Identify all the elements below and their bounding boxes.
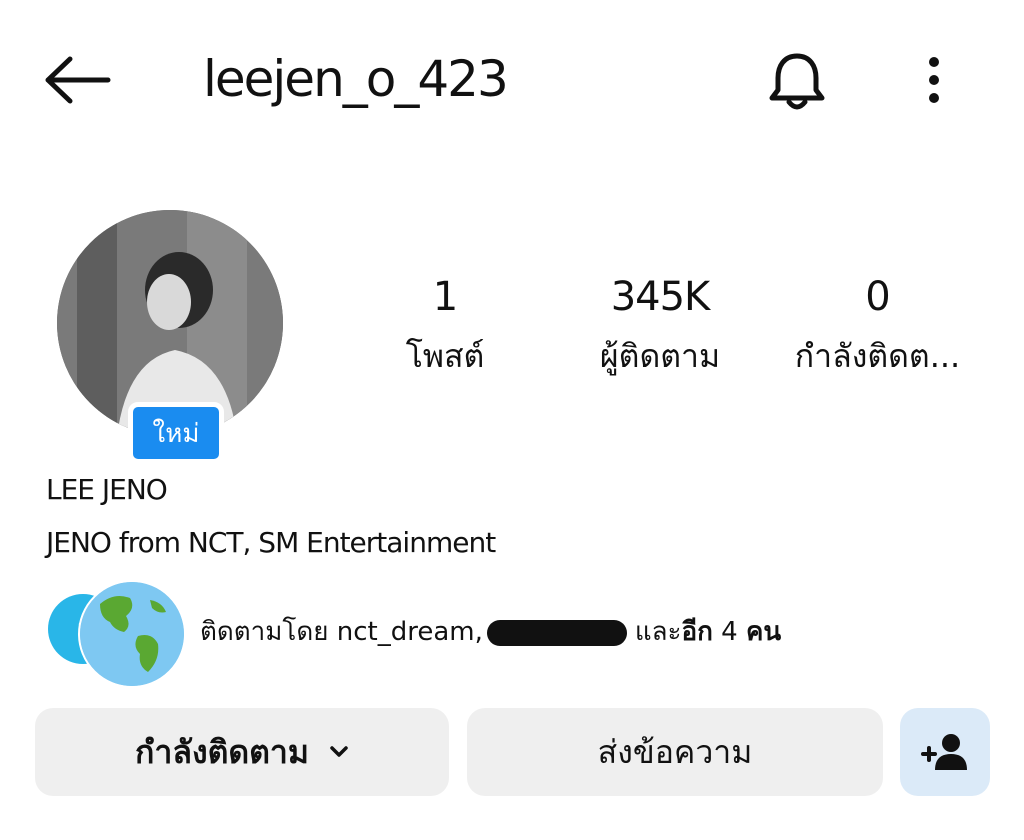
following-button[interactable]: กำลังติดตาม — [35, 708, 449, 796]
following-label: กำลังติดต... — [794, 337, 961, 375]
mutual-avatar-2 — [78, 580, 186, 688]
redacted-username — [486, 619, 627, 646]
chevron-down-icon — [329, 745, 349, 759]
followed-by-more: อีก — [681, 617, 713, 647]
profile-username: leejen_o_423 — [203, 50, 509, 108]
followers-label: ผู้ติดตาม — [599, 337, 721, 375]
followers-count: 345K — [610, 274, 711, 320]
mutual-followers-avatars[interactable]: ฮิ — [46, 578, 186, 688]
bell-icon — [769, 53, 825, 110]
profile-screen: leejen_o_423 ใหม่ 1 โพสต์ 345K ผู้ติดตาม… — [0, 0, 1024, 840]
bio-text: JENO from NCT, SM Entertainment — [46, 526, 496, 559]
new-story-badge: ใหม่ — [128, 402, 224, 464]
display-name: LEE JENO — [46, 473, 168, 506]
posts-stat[interactable]: 1 โพสต์ — [380, 270, 510, 380]
message-button[interactable]: ส่งข้อความ — [467, 708, 883, 796]
vertical-dots-icon — [929, 57, 939, 103]
notification-button[interactable] — [762, 46, 832, 116]
followed-by-text[interactable]: ติดตามโดย nct_dream, และอีก 4 คน — [200, 612, 781, 652]
suggest-friends-button[interactable] — [900, 708, 990, 796]
more-options-button[interactable] — [916, 50, 952, 110]
following-stat[interactable]: 0 กำลังติดต... — [770, 270, 985, 380]
following-count: 0 — [865, 274, 890, 320]
message-button-label: ส่งข้อความ — [597, 732, 753, 771]
followed-by-prefix: ติดตามโดย nct_dream, — [200, 617, 483, 647]
followed-by-people: คน — [745, 617, 782, 647]
followed-by-and: และ — [634, 617, 682, 647]
add-person-icon — [921, 734, 967, 770]
posts-count: 1 — [432, 274, 458, 320]
followed-by-count: 4 — [712, 617, 746, 647]
followers-stat[interactable]: 345K ผู้ติดตาม — [575, 270, 745, 380]
globe-icon — [80, 582, 184, 686]
following-button-label: กำลังติดตาม — [135, 732, 309, 771]
back-button[interactable] — [44, 50, 116, 110]
posts-label: โพสต์ — [405, 337, 485, 375]
back-arrow-icon — [45, 56, 111, 104]
